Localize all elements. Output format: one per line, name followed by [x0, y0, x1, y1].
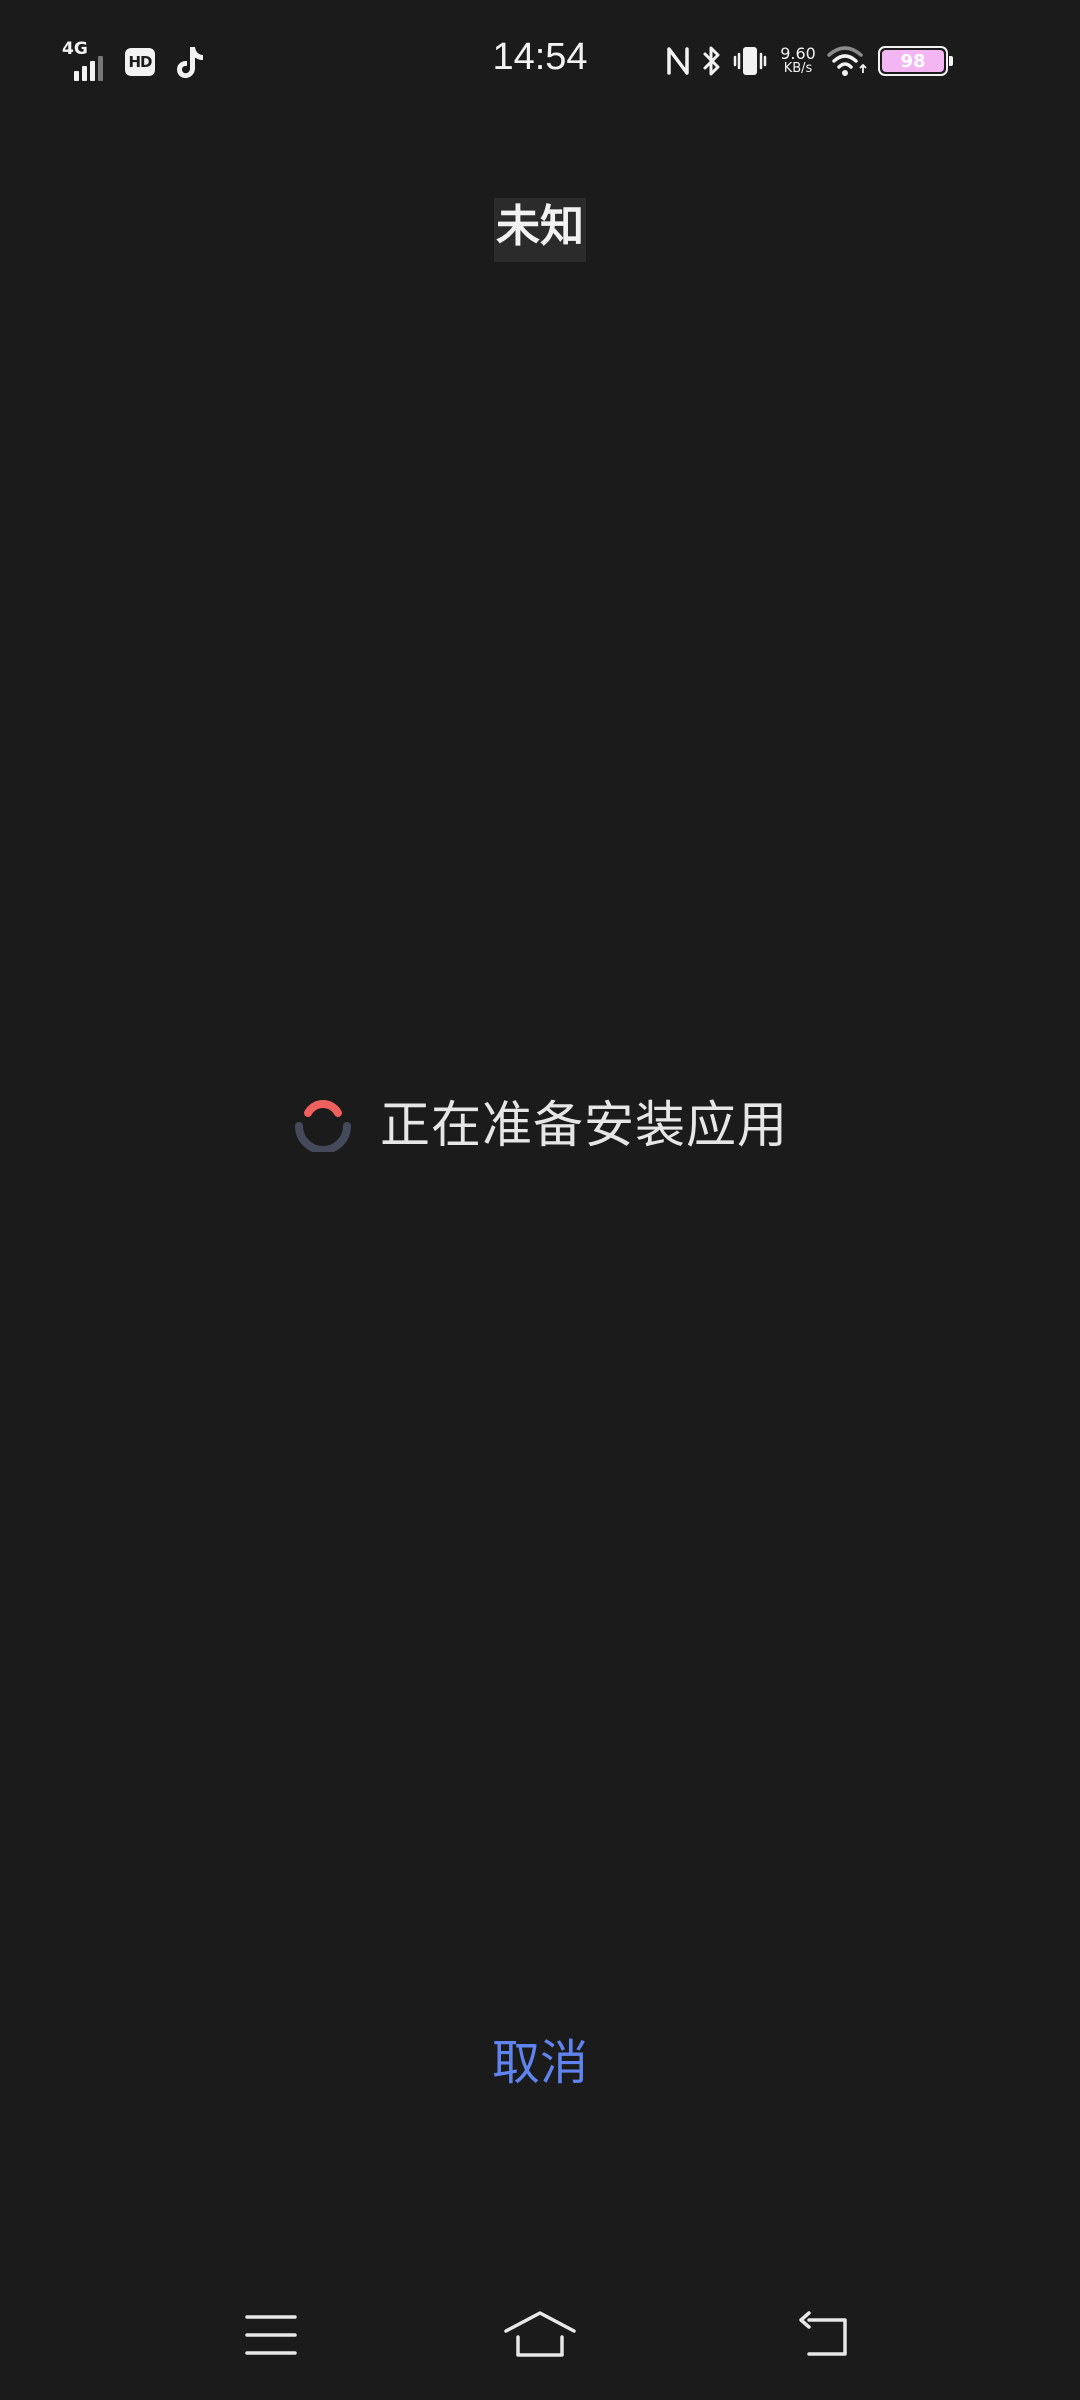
- cellular-signal-icon: 4G: [62, 41, 110, 83]
- vibrate-icon: [732, 43, 768, 79]
- nfc-icon: [664, 43, 692, 79]
- progress-message: 正在准备安装应用: [380, 1096, 788, 1154]
- net-speed-value: 9.60: [780, 44, 816, 63]
- back-button[interactable]: [778, 2290, 868, 2380]
- bluetooth-icon: [700, 43, 724, 79]
- back-icon: [799, 2311, 847, 2356]
- battery-icon: 98: [878, 46, 953, 76]
- status-bar-right: 9.60 KB/s 98: [664, 36, 953, 86]
- loading-spinner-icon: [295, 1100, 351, 1152]
- battery-level: 98: [882, 50, 944, 72]
- install-progress: 正在准备安装应用: [292, 1090, 788, 1154]
- home-icon: [504, 2311, 576, 2357]
- home-button[interactable]: [495, 2290, 585, 2380]
- menu-icon: [245, 2315, 297, 2355]
- status-bar-left: 4G HD: [62, 40, 205, 84]
- app-name-title: 未知: [494, 198, 586, 262]
- install-screen: 4G HD 14:54 9.60 KB/s 98 未知 正在准备安装应用 取消: [0, 0, 1080, 2400]
- navigation-bar: [0, 2290, 1080, 2380]
- tiktok-icon: [175, 44, 205, 80]
- cancel-button[interactable]: 取消: [440, 2020, 640, 2096]
- net-speed-unit: KB/s: [783, 61, 813, 76]
- status-bar: 4G HD 14:54 9.60 KB/s 98: [0, 0, 1080, 122]
- net-speed: 9.60 KB/s: [776, 44, 820, 77]
- menu-button[interactable]: [226, 2290, 316, 2380]
- hd-voice-badge: HD: [125, 48, 155, 76]
- status-clock: 14:54: [492, 36, 588, 78]
- wifi-icon: [826, 43, 868, 79]
